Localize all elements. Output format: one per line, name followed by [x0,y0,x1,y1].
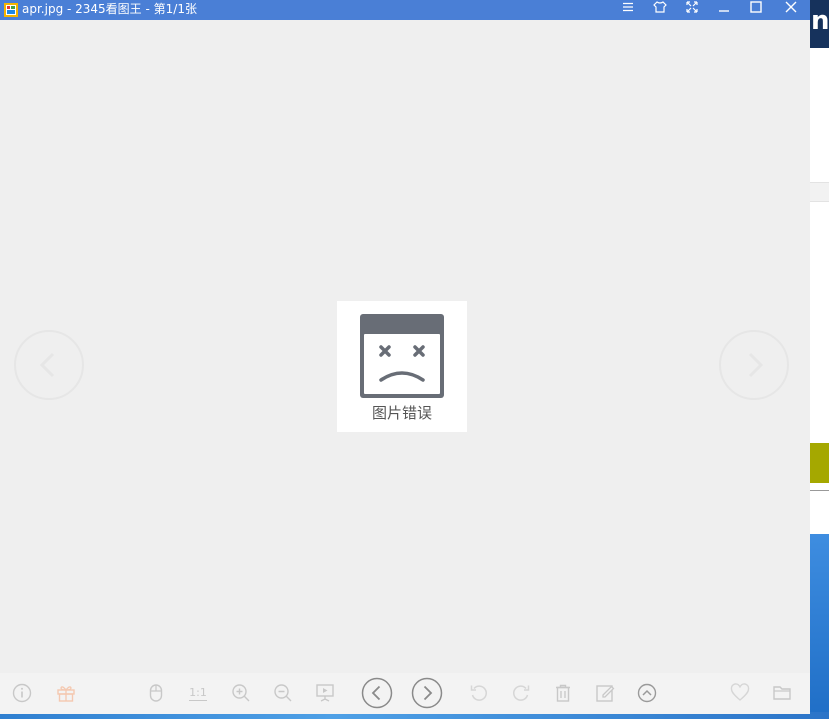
next-image-button[interactable] [719,330,789,400]
zoom-out-icon[interactable] [271,681,295,705]
zoom-in-icon[interactable] [229,681,253,705]
actual-size-button[interactable]: 1:1 [186,681,210,705]
previous-image-button[interactable] [14,330,84,400]
background-header: ne [810,0,829,48]
minimize-icon[interactable] [708,0,740,14]
favorite-icon[interactable] [728,681,752,705]
actual-size-label: 1:1 [189,685,207,701]
delete-icon[interactable] [551,681,575,705]
mouse-icon[interactable] [144,681,168,705]
window-title: apr.jpg - 2345看图王 - 第1/1张 [22,2,197,16]
info-icon[interactable] [10,681,34,705]
menu-icon[interactable] [612,0,644,14]
background-line [810,490,829,491]
background-desktop [810,534,829,719]
image-canvas[interactable]: 图片错误 [0,20,810,673]
bottom-toolbar: 1:1 [0,673,810,714]
folder-icon[interactable] [770,681,794,705]
gift-icon[interactable] [54,681,78,705]
close-icon[interactable] [775,0,807,14]
skin-icon[interactable] [644,0,676,14]
chevron-right-icon [748,352,764,378]
slideshow-icon[interactable] [313,681,337,705]
rotate-right-icon[interactable] [509,681,533,705]
previous-button[interactable] [361,677,393,709]
edit-icon[interactable] [593,681,617,705]
background-banner [810,443,829,483]
image-error-card: 图片错误 [337,301,467,432]
maximize-icon[interactable] [740,0,772,14]
background-window: ne [810,0,829,719]
rotate-left-icon[interactable] [467,681,491,705]
fullscreen-icon[interactable] [676,0,708,14]
broken-image-sad-face-icon [360,314,444,398]
chevron-left-icon [39,352,55,378]
error-message: 图片错误 [371,404,432,422]
image-viewer-window: apr.jpg - 2345看图王 - 第1/1张 图片错误 1:1 [0,0,810,714]
next-button[interactable] [411,677,443,709]
background-divider [810,182,829,202]
app-icon [4,2,18,17]
more-up-icon[interactable] [635,681,659,705]
title-bar[interactable]: apr.jpg - 2345看图王 - 第1/1张 [0,0,810,20]
